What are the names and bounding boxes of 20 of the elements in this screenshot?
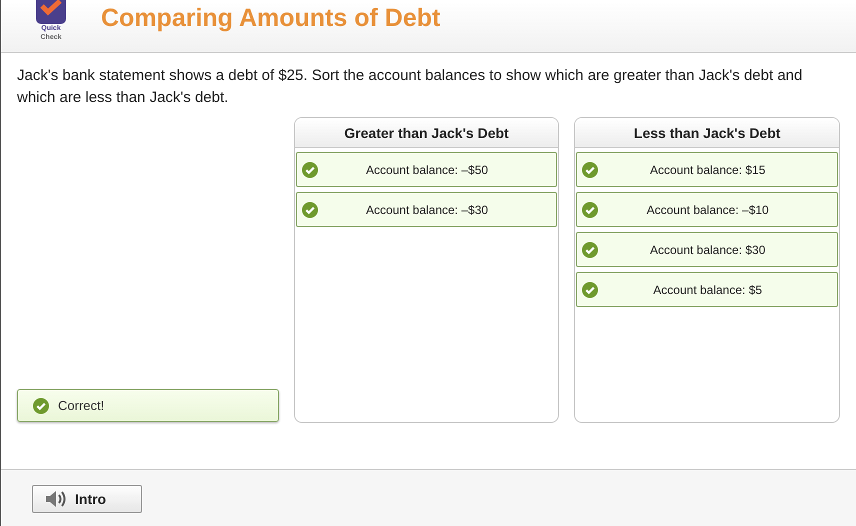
tile-label: Account balance: –$30 xyxy=(364,202,490,216)
page-title: Comparing Amounts of Debt xyxy=(101,4,440,33)
tile-label: Account balance: $5 xyxy=(652,282,764,296)
bin-title: Greater than Jack's Debt xyxy=(294,118,558,148)
answer-tile[interactable]: Account balance: –$50 xyxy=(296,152,558,187)
speaker-icon xyxy=(45,490,67,508)
intro-button[interactable]: Intro xyxy=(32,484,142,512)
answer-tile[interactable]: Account balance: $15 xyxy=(576,152,838,187)
tile-label: Account balance: $15 xyxy=(648,162,766,176)
checkmark-logo-icon xyxy=(36,0,66,24)
tile-label: Account balance: $30 xyxy=(648,242,766,256)
feedback-text: Correct! xyxy=(58,398,104,413)
tile-label: Account balance: –$50 xyxy=(364,162,490,176)
bin-title: Less than Jack's Debt xyxy=(575,118,840,148)
question-text: Jack's bank statement shows a debt of $25. Sort the account balances to show which are greater than Jack's debt and which are less than Jack's debt. xyxy=(17,66,804,108)
answer-tile[interactable]: Account balance: –$10 xyxy=(576,192,838,227)
tile-label: Account balance: –$10 xyxy=(646,202,770,216)
answer-tile[interactable]: Account balance: $5 xyxy=(576,272,838,307)
answer-tile[interactable]: Account balance: $30 xyxy=(576,232,838,267)
answer-tile[interactable]: Account balance: –$30 xyxy=(296,192,558,227)
